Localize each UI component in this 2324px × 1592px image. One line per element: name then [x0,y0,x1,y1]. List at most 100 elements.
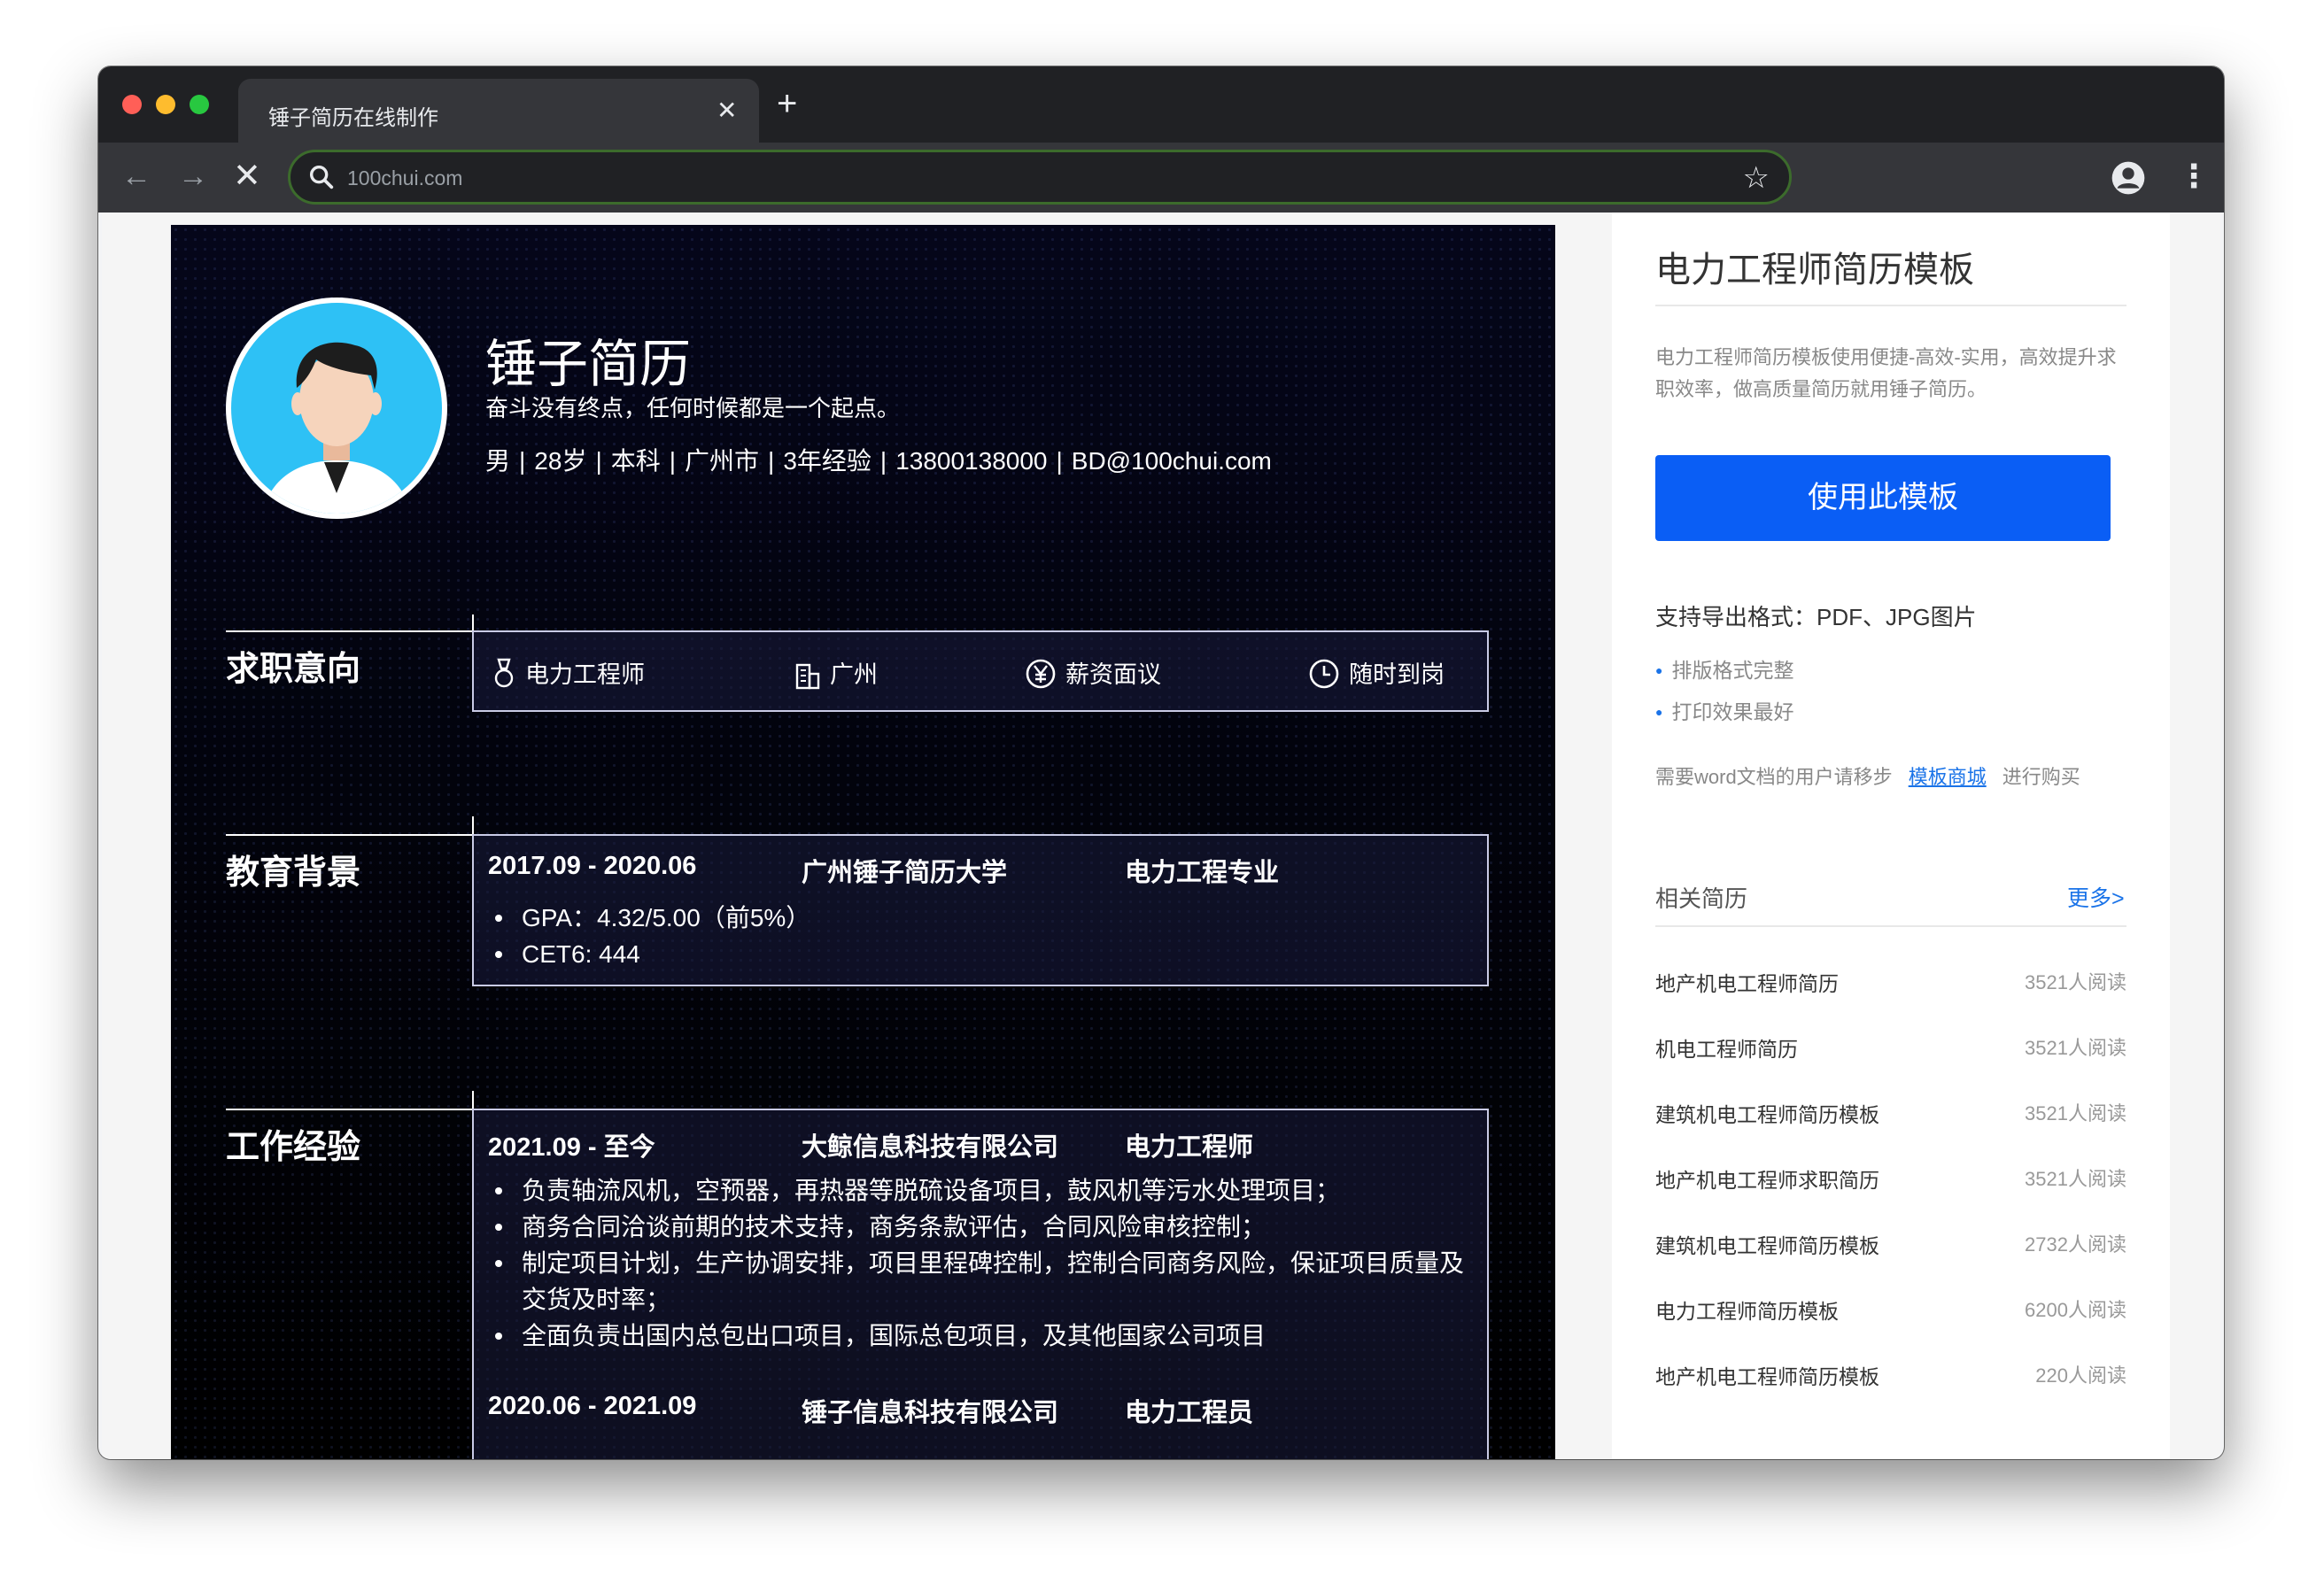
related-resume-item[interactable]: 地产机电工程师求职简历 3521人阅读 [1655,1163,2126,1199]
more-menu-icon[interactable]: ⋮ [2178,155,2210,197]
experience-box: 2021.09 - 至今 大鲸信息科技有限公司 电力工程师 负责轴流风机，空预器… [472,1109,1489,1459]
related-resume-title[interactable]: 地产机电工程师求职简历 [1655,1163,1879,1194]
intent-box: 电力工程师 广州 薪资面议 随时到岗 [472,630,1489,712]
section-divider [226,630,472,632]
info-experience: 3年经验 [783,447,872,475]
search-icon [309,165,334,189]
job-role: 电力工程员 [1125,1399,1254,1427]
section-divider [472,816,474,836]
tab-close-icon[interactable]: ✕ [717,95,737,127]
section-title-intent: 求职意向 [226,651,361,688]
related-resume-title[interactable]: 电力工程师简历模板 [1655,1294,1839,1325]
page-content: 锤子简历 奋斗没有终点，任何时候都是一个起点。 男 | 28岁 | 本科 | 广州市 | 3年经… [102,213,2220,1459]
section-title-education: 教育背景 [226,854,361,892]
info-separator: | [768,447,775,475]
job-duties: 负责轴流风机，空预器，再热器等脱硫设备项目，鼓风机等污水处理项目； 商务合同洽谈… [488,1172,1480,1354]
avatar-illustration-icon [231,303,442,514]
job-role: 电力工程师 [1125,1133,1254,1162]
divider [1655,305,2126,306]
intent-availability: 随时到岗 [1308,655,1445,690]
intent-position-label: 电力工程师 [525,661,645,688]
section-divider [226,834,472,836]
info-email: BD@100chui.com [1071,447,1272,475]
stop-loading-icon[interactable]: ✕ [233,158,261,194]
section-divider [472,614,474,632]
new-tab-button[interactable]: + [777,86,797,121]
related-resume-item[interactable]: 电力工程师简历模板 6200人阅读 [1655,1294,2126,1330]
info-separator: | [669,447,677,475]
info-separator: | [1056,447,1063,475]
job-period: 2021.09 - 至今 [488,1133,655,1162]
list-item: 制定项目计划，生产协调安排，项目里程碑控制，控制合同商务风险，保证项目质量及交货… [488,1245,1480,1318]
address-bar[interactable]: 100chui.com ☆ [288,150,1792,205]
resume-name: 锤子简历 [485,336,692,393]
related-resume-reads: 2732人阅读 [2025,1233,2126,1256]
intent-city: 广州 [794,655,878,690]
word-note: 需要word文档的用户请移步 模板商城 进行购买 [1655,761,2080,790]
feature-item: 打印效果最好 [1655,695,1793,725]
related-resume-reads: 3521人阅读 [2025,971,2126,993]
medal-icon [494,658,514,688]
use-template-button[interactable]: 使用此模板 [1655,455,2111,541]
info-phone: 13800138000 [895,447,1048,475]
education-major: 电力工程专业 [1125,859,1280,887]
close-window-button[interactable] [122,95,142,114]
job-period: 2020.06 - 2021.09 [488,1392,697,1420]
list-item: 全面负责出国内总包出口项目，国际总包项目，及其他国家公司项目 [488,1318,1480,1354]
browser-tab[interactable]: 锤子简历在线制作 ✕ [238,79,759,143]
resume-preview: 锤子简历 奋斗没有终点，任何时候都是一个起点。 男 | 28岁 | 本科 | 广州市 | 3年经… [171,225,1555,1459]
education-period: 2017.09 - 2020.06 [488,852,697,880]
resume-motto: 奋斗没有终点，任何时候都是一个起点。 [485,395,901,421]
related-resume-item[interactable]: 建筑机电工程师简历模板 2732人阅读 [1655,1229,2126,1264]
more-link[interactable]: 更多> [2067,881,2125,913]
template-title: 电力工程师简历模板 [1655,251,1974,290]
intent-salary-label: 薪资面议 [1065,661,1161,688]
tab-title: 锤子简历在线制作 [268,106,438,130]
intent-salary: 薪资面议 [1025,655,1161,690]
list-item: 商务合同洽谈前期的技术支持，商务条款评估，合同风险审核控制； [488,1209,1480,1245]
feature-item: 排版格式完整 [1655,653,1793,684]
intent-city-label: 广州 [830,661,878,688]
browser-toolbar: ← → ✕ 100chui.com ☆ ⋮ [98,143,2224,213]
template-sidebar: 电力工程师简历模板 电力工程师简历模板使用便捷-高效-实用，高效提升求职效率，做… [1612,213,2170,1459]
related-resume-item[interactable]: 地产机电工程师简历模板 220人阅读 [1655,1360,2126,1395]
tab-strip: 锤子简历在线制作 ✕ + [98,66,2224,143]
list-item: CET6: 444 [488,936,810,972]
decorative-stripe [171,225,480,284]
list-item: GPA：4.32/5.00（前5%） [488,900,810,936]
browser-window: 锤子简历在线制作 ✕ + ← → ✕ 100chui.com ☆ ⋮ 锤子简历 … [98,66,2224,1459]
forward-arrow-icon[interactable]: → [178,158,208,194]
back-arrow-icon[interactable]: ← [121,158,151,194]
info-gender: 男 [485,447,511,475]
profile-avatar-icon[interactable] [2111,160,2146,196]
section-title-experience: 工作经验 [226,1129,361,1166]
minimize-window-button[interactable] [156,95,175,114]
related-resume-title[interactable]: 机电工程师简历 [1655,1032,1798,1063]
info-age: 28岁 [534,447,587,475]
related-resume-item[interactable]: 建筑机电工程师简历模板 3521人阅读 [1655,1098,2126,1133]
related-resume-title[interactable]: 地产机电工程师简历 [1655,967,1839,997]
template-description: 电力工程师简历模板使用便捷-高效-实用，高效提升求职效率，做高质量简历就用锤子简… [1655,346,2117,400]
related-resume-item[interactable]: 地产机电工程师简历 3521人阅读 [1655,967,2126,1002]
section-divider [472,1091,474,1110]
resume-basic-info: 男 | 28岁 | 本科 | 广州市 | 3年经验 | 13800138000 | BD@100chui… [485,442,1272,477]
yen-icon [1026,659,1056,689]
job-company: 锤子信息科技有限公司 [802,1399,1059,1427]
divider [1655,925,2126,927]
related-resume-item[interactable]: 机电工程师简历 3521人阅读 [1655,1032,2126,1068]
education-details: GPA：4.32/5.00（前5%） CET6: 444 [488,900,810,972]
related-resume-title[interactable]: 建筑机电工程师简历模板 [1655,1098,1879,1128]
url-text[interactable]: 100chui.com [347,166,462,190]
info-separator: | [879,447,887,475]
template-store-link[interactable]: 模板商城 [1909,766,1987,788]
related-resume-reads: 3521人阅读 [2025,1168,2126,1190]
building-icon [795,663,820,690]
education-school: 广州锤子简历大学 [802,859,1008,887]
maximize-window-button[interactable] [190,95,209,114]
related-resume-reads: 3521人阅读 [2025,1037,2126,1059]
clock-icon [1309,659,1339,689]
related-resume-title[interactable]: 地产机电工程师简历模板 [1655,1360,1879,1390]
bookmark-star-icon[interactable]: ☆ [1743,160,1770,196]
related-resume-title[interactable]: 建筑机电工程师简历模板 [1655,1229,1879,1259]
info-separator: | [519,447,526,475]
